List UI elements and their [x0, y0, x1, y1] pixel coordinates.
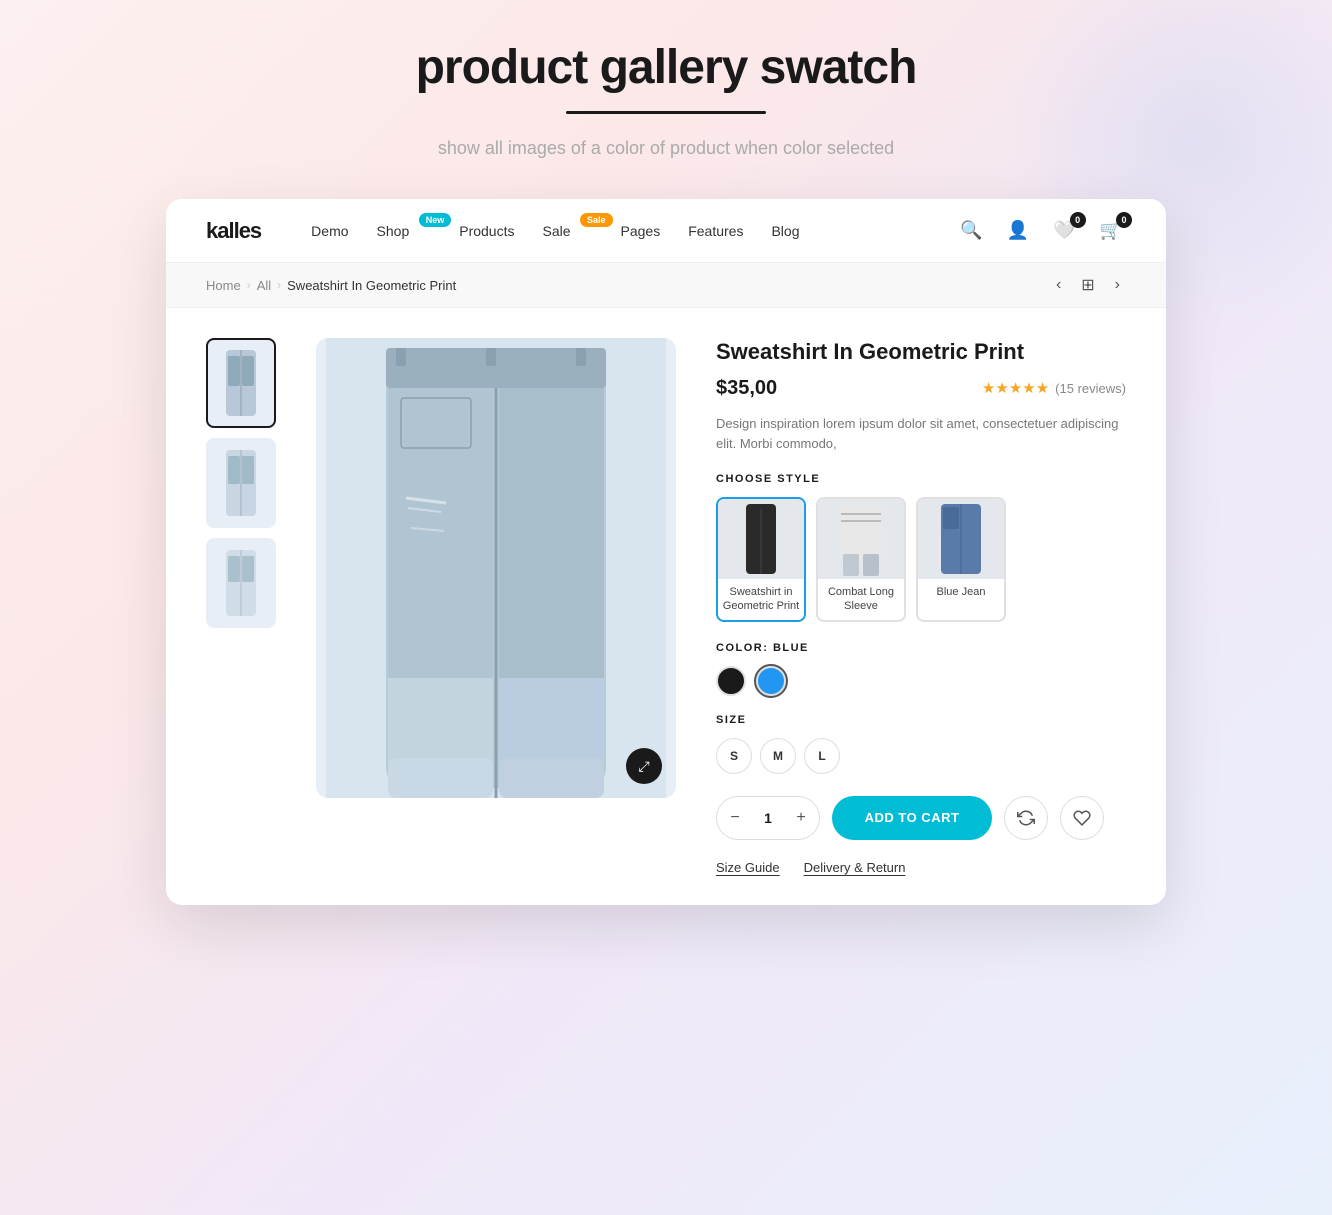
product-price-row: $35,00 ★★★★★ (15 reviews): [716, 377, 1126, 400]
nav-link-pages[interactable]: Pages: [621, 223, 661, 239]
product-price: $35,00: [716, 377, 777, 400]
quantity-control: − 1 +: [716, 796, 820, 840]
quantity-decrease[interactable]: −: [717, 796, 753, 840]
nav-link-shop[interactable]: Shop New: [377, 223, 432, 239]
hero-title: product gallery swatch: [416, 40, 917, 95]
style-swatch-img-3: [918, 499, 1004, 579]
style-swatch-3[interactable]: Blue Jean: [916, 497, 1006, 622]
product-rating: ★★★★★ (15 reviews): [982, 379, 1126, 397]
nav-link-demo[interactable]: Demo: [311, 223, 348, 239]
style-swatch-2[interactable]: Combat Long Sleeve: [816, 497, 906, 622]
style-swatch-label-2: Combat Long Sleeve: [818, 579, 904, 620]
choose-style-label: CHOOSE STYLE: [716, 473, 1126, 485]
style-swatch-label-3: Blue Jean: [918, 579, 1004, 605]
color-swatch-blue[interactable]: [756, 666, 786, 696]
product-description: Design inspiration lorem ipsum dolor sit…: [716, 414, 1126, 456]
hero-underline: [566, 111, 766, 114]
thumbnail-3[interactable]: [206, 538, 276, 628]
nav-link-features[interactable]: Features: [688, 223, 743, 239]
delivery-return-link[interactable]: Delivery & Return: [804, 860, 906, 875]
quantity-value: 1: [753, 810, 783, 826]
store-window: kalles Demo Shop New Products Sale Sale …: [166, 199, 1166, 905]
main-product-image: ⤢: [316, 338, 676, 798]
size-row: S M L: [716, 738, 1126, 774]
style-swatches: Sweatshirt in Geometric Print Combat Lon…: [716, 497, 1126, 622]
color-label: COLOR: BLUE: [716, 642, 1126, 654]
color-row: [716, 666, 1126, 696]
expand-image-button[interactable]: ⤢: [626, 748, 662, 784]
nav-link-products[interactable]: Products: [459, 223, 514, 239]
breadcrumb-home[interactable]: Home: [206, 278, 241, 293]
prev-product-button[interactable]: ‹: [1050, 274, 1067, 296]
nav-icons: 🔍 👤 🤍 0 🛒 0: [956, 216, 1126, 245]
account-button[interactable]: 👤: [1003, 216, 1033, 245]
quantity-increase[interactable]: +: [783, 796, 819, 840]
cart-count: 0: [1116, 212, 1132, 228]
size-s[interactable]: S: [716, 738, 752, 774]
breadcrumb-bar: Home › All › Sweatshirt In Geometric Pri…: [166, 263, 1166, 308]
breadcrumb-all[interactable]: All: [257, 278, 271, 293]
thumbnail-2[interactable]: [206, 438, 276, 528]
cart-row: − 1 + ADD TO CART: [716, 796, 1126, 840]
nav-logo: kalles: [206, 218, 261, 244]
badge-new: New: [419, 213, 452, 227]
style-swatch-label-1: Sweatshirt in Geometric Print: [718, 579, 804, 620]
breadcrumb: Home › All › Sweatshirt In Geometric Pri…: [206, 278, 456, 293]
badge-sale: Sale: [580, 213, 613, 227]
product-section: ⤢ Sweatshirt In Geometric Print $35,00 ★…: [166, 308, 1166, 905]
wishlist-add-button[interactable]: [1060, 796, 1104, 840]
add-to-cart-button[interactable]: ADD TO CART: [832, 796, 992, 840]
compare-button[interactable]: [1004, 796, 1048, 840]
wishlist-button[interactable]: 🤍 0: [1049, 216, 1079, 245]
wishlist-count: 0: [1070, 212, 1086, 228]
size-l[interactable]: L: [804, 738, 840, 774]
nav-link-sale[interactable]: Sale Sale: [542, 223, 592, 239]
review-count: (15 reviews): [1055, 381, 1126, 396]
nav-link-blog[interactable]: Blog: [771, 223, 799, 239]
hero-subtitle: show all images of a color of product wh…: [416, 138, 917, 159]
style-swatch-img-2: [818, 499, 904, 579]
cart-button[interactable]: 🛒 0: [1096, 216, 1126, 245]
breadcrumb-product: Sweatshirt In Geometric Print: [287, 278, 456, 293]
style-swatch-img-1: [718, 499, 804, 579]
size-m[interactable]: M: [760, 738, 796, 774]
size-label: SIZE: [716, 714, 1126, 726]
color-swatch-black[interactable]: [716, 666, 746, 696]
product-info: Sweatshirt In Geometric Print $35,00 ★★★…: [716, 338, 1126, 875]
thumbnail-column: [206, 338, 276, 875]
size-guide-link[interactable]: Size Guide: [716, 860, 780, 875]
breadcrumb-nav: ‹ ⊞ ›: [1050, 273, 1126, 297]
grid-view-button[interactable]: ⊞: [1075, 273, 1100, 297]
nav-links: Demo Shop New Products Sale Sale Pages F…: [311, 223, 956, 239]
links-row: Size Guide Delivery & Return: [716, 860, 1126, 875]
thumbnail-1[interactable]: [206, 338, 276, 428]
store-nav: kalles Demo Shop New Products Sale Sale …: [166, 199, 1166, 263]
stars: ★★★★★: [982, 379, 1049, 397]
next-product-button[interactable]: ›: [1109, 274, 1126, 296]
product-title: Sweatshirt In Geometric Print: [716, 338, 1126, 367]
style-swatch-1[interactable]: Sweatshirt in Geometric Print: [716, 497, 806, 622]
search-button[interactable]: 🔍: [956, 216, 986, 245]
page-hero: product gallery swatch show all images o…: [416, 40, 917, 159]
